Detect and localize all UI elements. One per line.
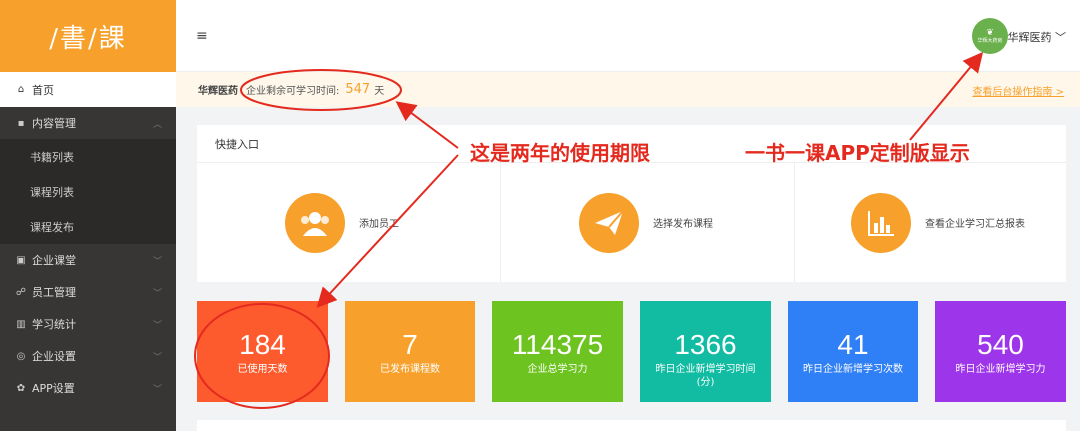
sidebar-item-content[interactable]: ▪ 内容管理 ︿ xyxy=(0,107,176,139)
menu-toggle-icon[interactable]: ≡ xyxy=(196,28,208,44)
grid-icon: ▪ xyxy=(17,117,25,129)
gear-icon: ✿ xyxy=(16,382,26,394)
company-dropdown[interactable]: 华辉医药 ﹀ xyxy=(1008,29,1067,45)
stat-value: 7 xyxy=(402,329,418,360)
chevron-down-icon: ﹀ xyxy=(152,385,162,395)
avatar-text: 华辉大药房 xyxy=(977,37,1003,44)
stat-label: 昨日企业新增学习力 xyxy=(955,364,1046,375)
sidebar-item-staff[interactable]: ☍ 员工管理 ﹀ xyxy=(0,276,176,308)
stat-label: 企业总学习力 xyxy=(527,364,588,375)
bar-chart-icon: ▥ xyxy=(16,318,26,330)
sidebar-item-books[interactable]: 书籍列表 xyxy=(0,139,176,174)
globe-icon: ◎ xyxy=(16,350,26,362)
stat-card-days-used[interactable]: 184 已使用天数 xyxy=(197,301,328,402)
quick-item-label: 选择发布课程 xyxy=(653,219,713,230)
classroom-icon: ▣ xyxy=(16,254,26,266)
guide-link[interactable]: 查看后台操作指南 > xyxy=(972,83,1064,98)
quick-add-staff[interactable]: 添加员工 xyxy=(197,163,501,282)
sidebar-item-label: 企业设置 xyxy=(32,350,76,363)
bottom-panel xyxy=(197,420,1066,431)
sidebar-item-label: 书籍列表 xyxy=(30,150,74,164)
quick-entry-items: 添加员工 选择发布课程 查看企业学习汇总报表 xyxy=(197,163,1066,282)
quick-item-label: 添加员工 xyxy=(359,219,399,230)
sidebar-item-classroom[interactable]: ▣ 企业课堂 ﹀ xyxy=(0,244,176,276)
company-name: 华辉医药 xyxy=(1007,31,1052,44)
avatar[interactable]: ❦ 华辉大药房 xyxy=(972,18,1008,54)
sidebar-item-home[interactable]: ⌂ 首页 xyxy=(0,72,176,107)
stat-value: 540 xyxy=(977,329,1024,360)
stat-label: 已使用天数 xyxy=(237,364,288,375)
remaining-days: 547 xyxy=(345,82,371,97)
chevron-down-icon: ﹀ xyxy=(152,257,162,267)
home-icon: ⌂ xyxy=(17,84,25,95)
sidebar: /書/課 ⌂ 首页 ▪ 内容管理 ︿ 书籍列表 课程列表 课程发布 ▣ 企业课堂… xyxy=(0,0,176,431)
logo-text: /書/課 xyxy=(49,23,127,54)
users-icon: ☍ xyxy=(15,286,27,298)
chevron-down-icon: ﹀ xyxy=(152,289,162,299)
stat-label: 昨日企业新增学习时间(分) xyxy=(655,364,756,388)
quick-item-label: 查看企业学习汇总报表 xyxy=(925,219,1025,230)
chevron-down-icon: ﹀ xyxy=(152,321,162,331)
days-unit: 天 xyxy=(374,86,385,97)
sidebar-item-publish[interactable]: 课程发布 xyxy=(0,209,176,244)
stat-card-total-learning[interactable]: 114375 企业总学习力 xyxy=(492,301,623,402)
quick-view-report[interactable]: 查看企业学习汇总报表 xyxy=(795,163,1066,282)
sidebar-item-label: 课程列表 xyxy=(30,185,74,199)
sidebar-item-label: 员工管理 xyxy=(32,286,76,299)
stat-label: 已发布课程数 xyxy=(380,364,440,375)
stat-card-courses[interactable]: 7 已发布课程数 xyxy=(345,301,475,402)
sidebar-item-app-settings[interactable]: ✿ APP设置 ﹀ xyxy=(0,372,176,404)
stat-value: 41 xyxy=(837,329,869,360)
logo[interactable]: /書/課 xyxy=(0,0,176,72)
quick-publish-course[interactable]: 选择发布课程 xyxy=(501,163,795,282)
sidebar-item-label: 内容管理 xyxy=(32,117,76,130)
sidebar-item-courses[interactable]: 课程列表 xyxy=(0,174,176,209)
stat-card-new-sessions[interactable]: 41 昨日企业新增学习次数 xyxy=(788,301,918,402)
stat-label: 昨日企业新增学习次数 xyxy=(803,364,903,375)
chevron-down-icon: ﹀ xyxy=(152,353,162,363)
stat-value: 1366 xyxy=(674,329,737,360)
users-icon xyxy=(285,192,345,253)
sidebar-item-label: APP设置 xyxy=(32,382,75,395)
paper-plane-icon xyxy=(579,192,639,253)
sidebar-item-stats[interactable]: ▥ 学习统计 ﹀ xyxy=(0,308,176,340)
stat-value: 114375 xyxy=(511,329,604,360)
notice-label: 企业剩余可学习时间: xyxy=(246,86,340,97)
chevron-down-icon: ﹀ xyxy=(1055,31,1066,44)
bar-chart-icon xyxy=(851,192,911,253)
notice-bar: 华辉医药 企业剩余可学习时间: 547 天 查看后台操作指南 > xyxy=(176,72,1080,107)
sidebar-submenu-content: 书籍列表 课程列表 课程发布 xyxy=(0,139,176,244)
sidebar-item-label: 首页 xyxy=(32,83,54,97)
annotation-app: 一书一课APP定制版显示 xyxy=(745,141,970,165)
stat-value: 184 xyxy=(239,329,286,360)
leaf-icon: ❦ xyxy=(986,27,994,38)
stat-card-new-power[interactable]: 540 昨日企业新增学习力 xyxy=(935,301,1066,402)
stat-card-new-minutes[interactable]: 1366 昨日企业新增学习时间(分) xyxy=(640,301,771,402)
sidebar-item-label: 课程发布 xyxy=(30,220,74,234)
chevron-up-icon: ︿ xyxy=(152,120,162,130)
sidebar-item-label: 学习统计 xyxy=(32,318,76,331)
top-header: ≡ ❦ 华辉大药房 华辉医药 ﹀ xyxy=(176,0,1080,72)
notice-company: 华辉医药 xyxy=(198,86,238,97)
sidebar-item-label: 企业课堂 xyxy=(32,254,76,267)
sidebar-item-settings[interactable]: ◎ 企业设置 ﹀ xyxy=(0,340,176,372)
annotation-term: 这是两年的使用期限 xyxy=(470,141,650,165)
